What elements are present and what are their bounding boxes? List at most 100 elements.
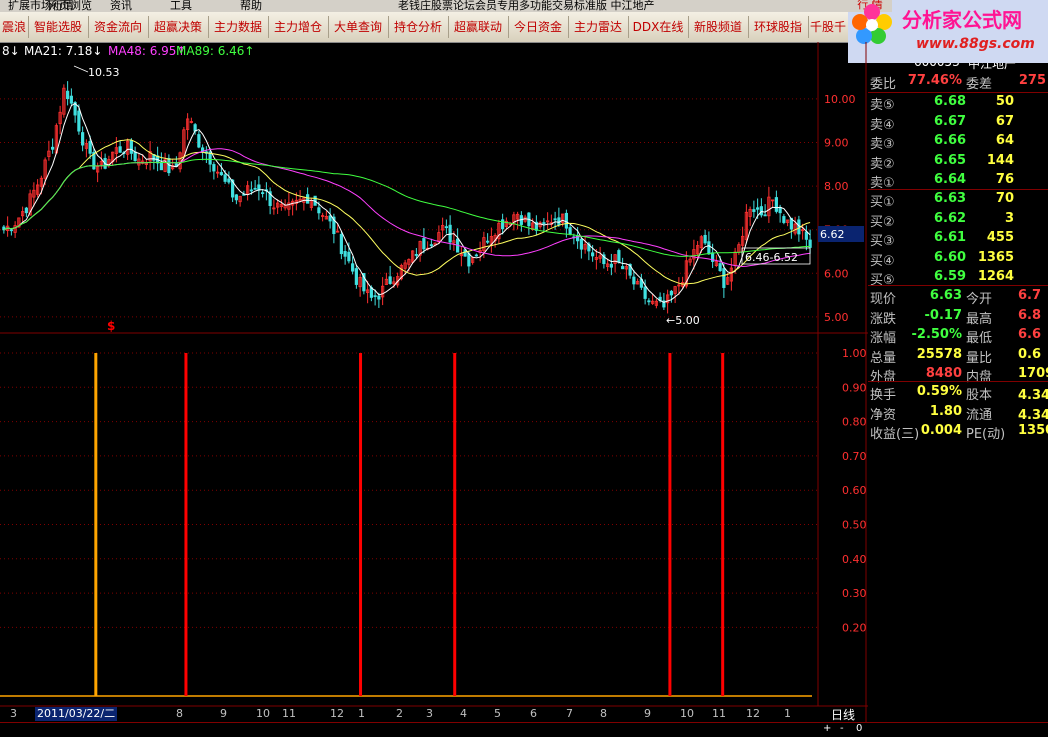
sell-level[interactable]: 卖② 6.65 144 [868,152,1048,172]
candle-body [778,207,782,214]
buy-level[interactable]: 买④ 6.60 1365 [868,249,1048,269]
candle-body [486,240,490,243]
sell-level[interactable]: 卖④ 6.67 67 [868,113,1048,133]
candle-body [722,268,726,288]
candle-body [118,146,122,153]
indicator-tick-label: 0.70 [842,450,867,463]
buy-price: 6.60 [934,249,967,265]
candle-body [133,151,137,162]
candle-body [579,238,583,250]
stat-value-2: 6.8 [1018,307,1042,323]
indicator-tick-label: 0.20 [842,621,867,634]
buy-level[interactable]: 买③ 6.61 455 [868,229,1048,249]
zoom-in-button[interactable]: + [823,723,831,734]
candle-body [317,207,321,214]
stat-value-2: 6.6 [1018,327,1042,342]
site-logo: 行 情 分析家公式网 www.88gs.com [848,0,1048,63]
signal-marker: $ [107,319,115,333]
stat-value-2: 4.34亿 [1018,388,1048,403]
stat-value: 0.59% [916,384,962,399]
row-label-2: 委差 [966,77,993,92]
stat-label: 总量 [870,350,897,366]
sell-price: 6.64 [934,172,967,187]
low-price-label: ←5.00 [666,314,700,327]
buy-label: 买③ [870,234,895,249]
signal-bar [94,353,98,696]
indicator-tick-label: 0.30 [842,587,867,600]
stat-label-2: 流通 [966,407,993,423]
candle-body [253,187,257,190]
candle-body [81,132,85,146]
candle-body [643,286,647,299]
candle-body [617,250,621,263]
candle-body [88,141,92,154]
sell-price: 6.68 [934,94,967,109]
divider [868,285,1048,286]
sell-label: 卖③ [870,137,895,152]
candle-body [414,254,418,256]
quote-row: 委比 77.46% 委差 275 [868,72,1048,92]
indicator-tick-label: 0.80 [842,416,867,429]
time-tick: 11 [712,707,726,720]
candle-body [467,253,471,267]
candle-body [707,241,711,255]
row-value-2: 275 [1018,73,1046,88]
indicator-tick-label: 1.00 [842,347,867,360]
candle-body [782,216,786,223]
stat-value: -0.17 [924,307,962,323]
candle-body [422,238,426,250]
candle-body [591,252,595,257]
candle-body [763,214,767,217]
stat-value: 8480 [925,366,962,381]
candle-body [474,254,478,257]
time-tick: 9 [644,707,651,720]
candle-body [306,194,310,204]
stat-value-2: 0.6 [1018,346,1042,362]
period-button[interactable]: 日线 [826,706,860,722]
candle-body [752,209,756,212]
signal-bar [359,353,363,696]
candle-body [339,233,343,255]
candle-body [632,276,636,285]
stat-row: 收益(三)0.004 PE(动) 1350 [868,422,1048,442]
cursor-date: 2011/03/22/二 [35,707,118,721]
sell-volume: 64 [995,133,1014,148]
stat-row: 换手 0.59% 股本 4.34亿 [868,383,1048,403]
candle-body [77,110,81,132]
time-tick: 9 [220,707,227,720]
buy-level[interactable]: 买② 6.62 3 [868,210,1048,230]
price-tick-label: 8.00 [824,180,849,193]
sell-level[interactable]: 卖① 6.64 76 [868,171,1048,191]
logo-url: www.88gs.com [916,36,1035,52]
stat-label: 收益(三) [870,427,920,442]
stat-value-2: 1709 [1018,366,1048,381]
sell-label: 卖⑤ [870,98,895,113]
candle-body [197,134,201,148]
indicator-tick-label: 0.50 [842,519,867,532]
sell-volume: 76 [995,172,1014,187]
time-tick: 5 [494,707,501,720]
zoom-out-button[interactable]: - [840,723,844,734]
candle-body [227,178,231,183]
buy-label: 买① [870,195,895,210]
stat-row: 净资 1.80流通 4.34亿 [868,403,1048,423]
price-tick-label: 6.00 [824,267,849,280]
indicator-tick-label: 0.90 [842,381,867,394]
buy-price: 6.61 [934,230,967,245]
time-tick: 10 [256,707,270,720]
candle-body [343,251,347,257]
zoom-reset-button[interactable]: 0 [856,723,862,734]
ma89-line [3,158,811,257]
candle-body [249,189,253,192]
sell-level[interactable]: 卖⑤ 6.68 50 [868,93,1048,113]
candle-body [718,263,722,272]
sell-label: 卖② [870,156,895,172]
buy-price: 6.63 [934,191,967,206]
buy-label: 买② [870,214,895,230]
candle-body [9,229,13,232]
buy-level[interactable]: 买① 6.63 70 [868,190,1048,210]
kline-chart[interactable]: 10.009.008.007.006.005.001.000.900.800.7… [0,0,868,736]
logo-title: 分析家公式网 [902,8,1022,32]
sell-level[interactable]: 卖③ 6.66 64 [868,132,1048,152]
time-tick: 3 [426,707,433,720]
